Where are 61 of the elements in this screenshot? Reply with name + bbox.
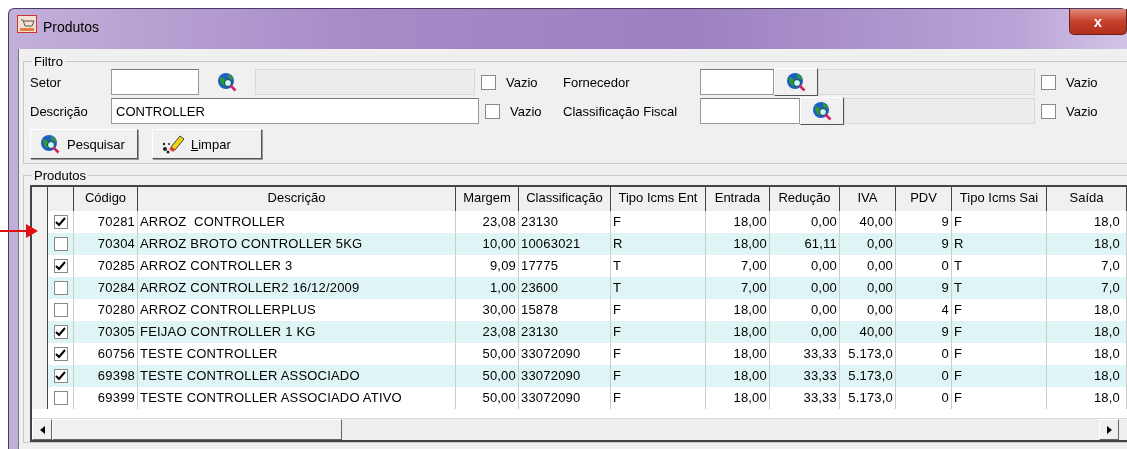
field-label: Setor: [30, 74, 63, 90]
checkbox-label: Vazio: [510, 103, 542, 119]
globe-search-icon: [39, 133, 61, 155]
checkbox[interactable]: [53, 391, 68, 405]
clear-button[interactable]: Limpar: [152, 129, 262, 159]
group-title: Filtro: [33, 54, 64, 69]
group-title: Produtos: [33, 168, 88, 183]
column-header[interactable]: IVA: [840, 187, 896, 211]
checkbox[interactable]: [481, 74, 496, 90]
column-header[interactable]: Saída: [1047, 187, 1127, 211]
checkbox[interactable]: [1041, 103, 1056, 119]
input-field[interactable]: [111, 69, 199, 95]
input-field[interactable]: [700, 69, 774, 95]
input-field[interactable]: [700, 98, 800, 124]
pointer-arrow-icon: [0, 222, 40, 240]
scroll-right-button[interactable]: [1099, 419, 1119, 440]
column-header[interactable]: Entrada: [706, 187, 770, 211]
input-field[interactable]: CONTROLLER: [111, 98, 479, 124]
checkbox[interactable]: [53, 259, 68, 273]
check-mark-icon: [55, 327, 66, 337]
eraser-icon: [161, 133, 185, 155]
globe-search-icon: [785, 71, 807, 93]
check-mark-icon: [55, 217, 66, 227]
search-button[interactable]: Pesquisar: [30, 129, 138, 159]
close-button[interactable]: x: [1069, 9, 1127, 35]
scroll-left-button[interactable]: [32, 419, 52, 440]
globe-search-icon: [216, 71, 238, 93]
checkbox-label: Vazio: [1066, 74, 1098, 90]
column-header[interactable]: Tipo Icms Sai: [952, 187, 1047, 211]
lookup-button[interactable]: [800, 97, 844, 125]
lookup-button[interactable]: [774, 68, 818, 96]
checkbox[interactable]: [53, 303, 68, 317]
column-header[interactable]: PDV: [896, 187, 952, 211]
checkbox[interactable]: [485, 103, 500, 119]
checkbox[interactable]: [53, 369, 68, 383]
window-title: Produtos: [43, 19, 100, 35]
checkbox-label: Vazio: [1066, 103, 1098, 119]
column-header[interactable]: Código: [74, 187, 138, 211]
column-header[interactable]: Classificação: [519, 187, 611, 211]
field-label: Classificação Fiscal: [563, 103, 679, 119]
column-header[interactable]: Margem: [456, 187, 519, 211]
check-mark-icon: [55, 349, 66, 359]
checkbox-label: Vazio: [506, 74, 538, 90]
left-triangle-icon: [39, 425, 45, 434]
checkbox[interactable]: [53, 347, 68, 361]
column-header[interactable]: Tipo Icms Ent: [611, 187, 706, 211]
checkbox[interactable]: [53, 237, 68, 251]
checkbox[interactable]: [53, 215, 68, 229]
column-header[interactable]: Redução: [770, 187, 840, 211]
column-header[interactable]: Descrição: [138, 187, 456, 211]
cart-icon: [17, 15, 37, 33]
right-triangle-icon: [1106, 425, 1112, 434]
field-label: Fornecedor: [563, 74, 631, 90]
checkbox[interactable]: [53, 325, 68, 339]
check-mark-icon: [55, 261, 66, 271]
check-mark-icon: [55, 371, 66, 381]
checkbox[interactable]: [53, 281, 68, 295]
field-label: Descrição: [30, 103, 89, 119]
scrollbar-thumb[interactable]: [52, 419, 342, 440]
globe-search-icon: [811, 100, 833, 122]
checkbox[interactable]: [1041, 74, 1056, 90]
